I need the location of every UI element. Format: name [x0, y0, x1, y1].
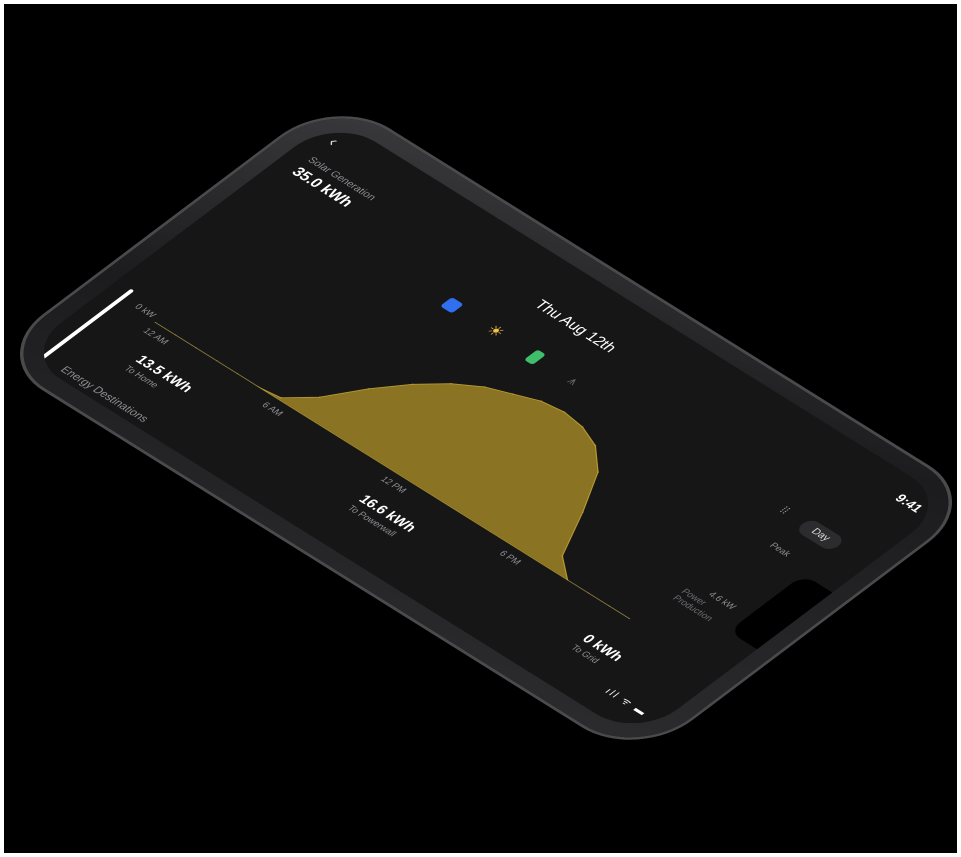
stat-to-grid: 0 kWh To Grid [569, 631, 628, 671]
filter-icon[interactable]: ⁞⁞ [777, 505, 792, 516]
chevron-left-icon[interactable]: ‹ [323, 135, 342, 149]
y-axis-min-label: 0 kW [132, 302, 159, 320]
x-tick-label: 6 AM [259, 400, 286, 418]
date-title[interactable]: Thu Aug 12th [530, 297, 620, 355]
x-tick-label: 6 PM [497, 548, 524, 567]
stat-to-home: 13.5 kWh To Home [122, 352, 197, 402]
screenshot-frame: 9:41 ıll ᯤ ▬ ‹ Solar Generation 35.0 kWh… [4, 4, 957, 853]
range-day-button[interactable]: Day [794, 517, 847, 553]
peak-label: Peak [767, 540, 794, 559]
status-time: 9:41 [891, 491, 927, 515]
grid-tower-icon[interactable]: ⩚ [563, 374, 583, 388]
phone-mockup: 9:41 ıll ᯤ ▬ ‹ Solar Generation 35.0 kWh… [4, 97, 957, 759]
powerwall-segment [321, 572, 597, 740]
status-icons: ıll ᯤ ▬ [601, 686, 651, 719]
sun-icon[interactable]: ☀ [481, 322, 508, 341]
stat-to-powerwall: 16.6 kWh To Powerwall [345, 492, 420, 542]
battery-icon[interactable] [524, 349, 547, 366]
house-icon[interactable] [439, 297, 464, 314]
